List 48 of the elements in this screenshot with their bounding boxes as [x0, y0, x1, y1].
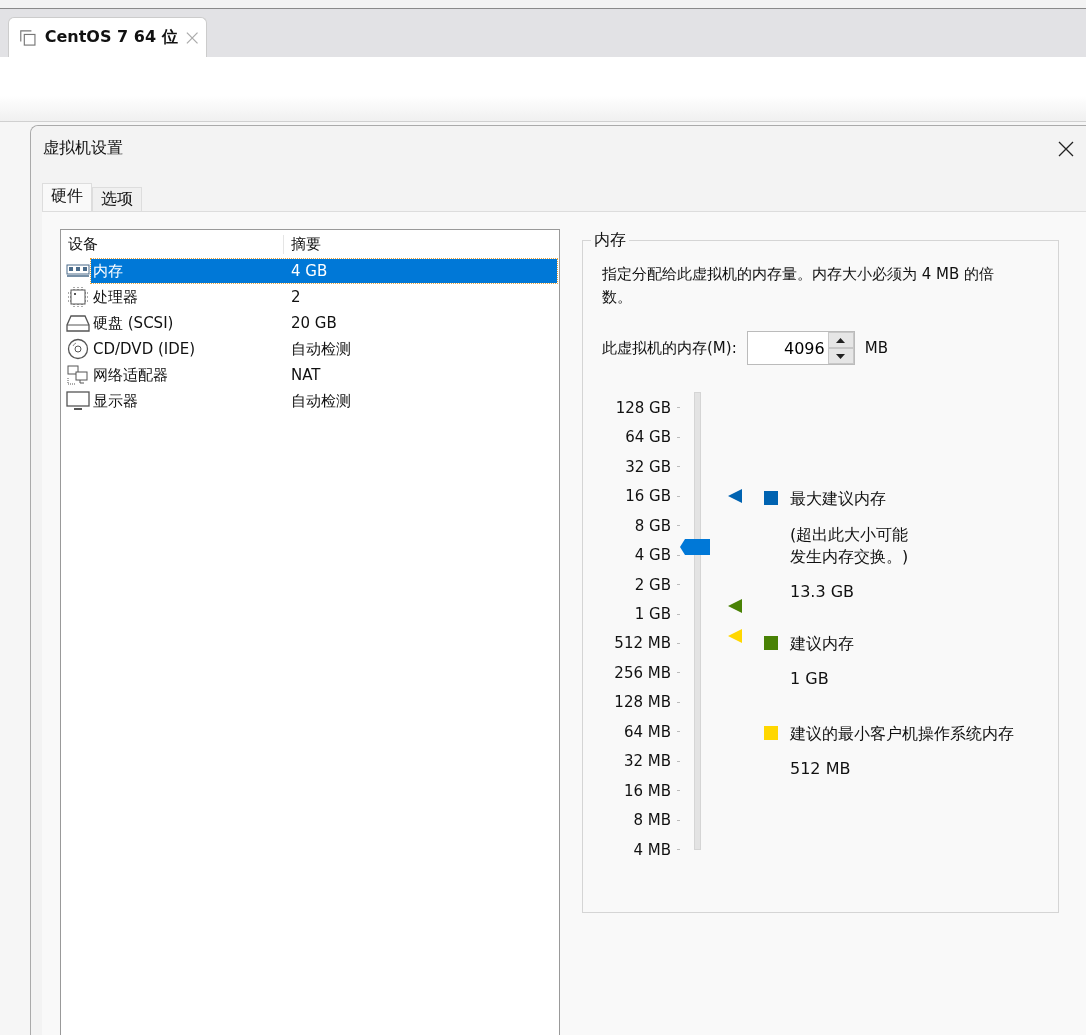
legend-value: 512 MB [790, 759, 852, 778]
tick-label: 8 MB [633, 811, 671, 830]
legend-note: (超出此大小可能发生内存交换。) [790, 524, 910, 568]
chip-icon [67, 286, 89, 308]
column-header[interactable]: 设备 [61, 234, 284, 254]
tab[interactable]: 硬件 [42, 183, 92, 211]
tick-label: 128 MB [614, 693, 671, 712]
device-row[interactable]: CD/DVD (IDE) 自动检测 [91, 337, 557, 361]
unit-label: MB [864, 339, 888, 357]
tick-label: 32 GB [625, 457, 671, 476]
network-icon [66, 364, 90, 386]
monitor-icon [66, 391, 90, 411]
slider[interactable] [680, 392, 742, 851]
device-row[interactable]: 处理器 2 [91, 285, 557, 309]
tick-label: 256 MB [614, 663, 671, 682]
dialog-title: 虚拟机设置 [43, 138, 123, 159]
tick-label: 1 GB [634, 605, 671, 623]
tick-label: 64 MB [623, 722, 671, 741]
description-text: 指定分配给此虚拟机的内存量。内存大小必须为 4 MB 的倍数。 [602, 264, 996, 308]
tick-label: 8 GB [634, 516, 671, 535]
tick-label: 32 MB [623, 752, 671, 771]
field-label: 此虚拟机的内存(M): [602, 338, 737, 358]
legend-label: 建议的最小客户机操作系统内存 [790, 724, 1014, 745]
legend-value: 1 GB [790, 669, 830, 688]
device-row[interactable]: 硬盘 (SCSI) 20 GB [91, 311, 557, 335]
tab[interactable]: 选项 [92, 187, 142, 211]
tick-label: 16 GB [625, 487, 671, 506]
close-icon[interactable] [1058, 140, 1074, 157]
device-row[interactable]: 内存 4 GB [91, 259, 557, 283]
browser-tab[interactable]: CentOS 7 64 位 [8, 17, 207, 57]
legend-value: 13.3 GB [790, 582, 856, 601]
slider-thumb[interactable] [680, 539, 710, 556]
tick-label: 64 GB [625, 428, 671, 447]
device-row[interactable]: 网络适配器 NAT [91, 363, 557, 387]
tick-label: 4 GB [634, 546, 671, 565]
tick-label: 512 MB [614, 634, 671, 653]
device-row[interactable]: 显示器 自动检测 [91, 389, 557, 413]
tick-label: 128 GB [615, 398, 671, 417]
tab-title: CentOS 7 64 位 [44, 27, 178, 48]
tick-label: 2 GB [634, 575, 671, 594]
windows-icon [19, 27, 37, 48]
legend-label: 最大建议内存 [790, 489, 887, 510]
tick-label: 4 MB [633, 840, 671, 859]
legend-label: 建议内存 [790, 634, 854, 655]
disc-icon [67, 338, 89, 360]
column-header[interactable]: 摘要 [284, 234, 321, 254]
memory-icon [66, 263, 90, 279]
tick-label: 16 MB [623, 781, 671, 800]
